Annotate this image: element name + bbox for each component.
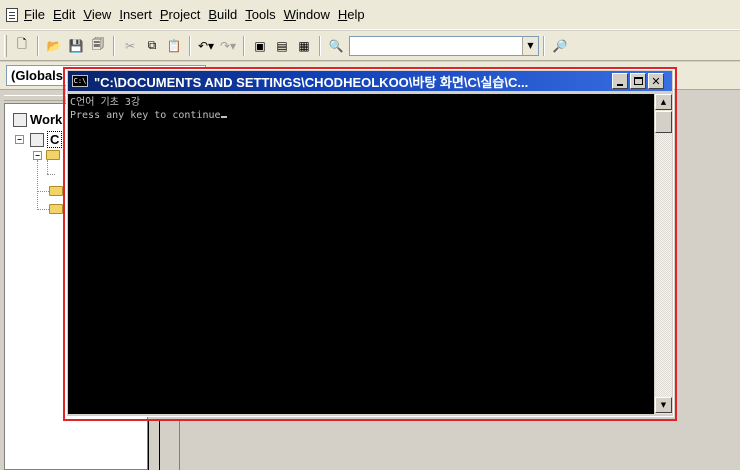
undo-icon[interactable]: ↶▾ xyxy=(197,37,215,55)
scroll-thumb[interactable] xyxy=(655,111,672,133)
output-icon[interactable]: ▤ xyxy=(273,37,291,55)
menu-file[interactable]: File xyxy=(24,7,45,22)
toolbar-separator xyxy=(543,35,545,56)
workspace-icon[interactable]: ▣ xyxy=(251,37,269,55)
down-arrow-icon: ▼ xyxy=(660,401,667,409)
menu-insert[interactable]: Insert xyxy=(119,7,152,22)
close-button[interactable]: ✕ xyxy=(648,73,664,89)
tree-line xyxy=(37,160,38,210)
console-line: C언어 기초 3강 xyxy=(70,97,141,108)
toolbar-grip[interactable] xyxy=(4,34,7,57)
find-icon[interactable]: 🔎 xyxy=(551,37,569,55)
project-icon xyxy=(30,132,44,147)
tree-root-label: Work xyxy=(30,112,63,127)
find-in-files-icon[interactable]: 🔍 xyxy=(327,37,345,55)
scroll-up-button[interactable]: ▲ xyxy=(655,94,672,110)
toolbar-separator xyxy=(243,35,245,56)
console-output[interactable]: C언어 기초 3강 Press any key to continue xyxy=(68,94,654,414)
menu-bar: File Edit View Insert Project Build Tool… xyxy=(0,0,740,30)
tree-folder-resources[interactable] xyxy=(37,204,63,214)
toolbar-separator xyxy=(189,35,191,56)
tree-project[interactable]: − C xyxy=(15,131,63,148)
save-all-icon[interactable]: 🗐 xyxy=(89,37,107,55)
workspace-icon xyxy=(13,112,27,127)
toolbar-separator xyxy=(113,35,115,56)
tree-project-label: C xyxy=(47,131,63,148)
toolbar-separator xyxy=(319,35,321,56)
toolbar-separator xyxy=(37,35,39,56)
menu-build[interactable]: Build xyxy=(208,7,237,22)
open-folder-icon[interactable]: 📂 xyxy=(45,37,63,55)
tree-folder-source[interactable]: − xyxy=(33,150,60,160)
scroll-track[interactable] xyxy=(655,134,672,397)
splitter-bar[interactable] xyxy=(148,420,160,470)
menu-project[interactable]: Project xyxy=(160,7,200,22)
console-line: Press any key to continue xyxy=(70,110,221,121)
maximize-button[interactable] xyxy=(630,73,646,89)
tree-folder-headers[interactable] xyxy=(37,186,63,196)
save-icon[interactable]: 💾 xyxy=(67,37,85,55)
new-file-icon[interactable]: 🗋 xyxy=(13,37,31,55)
cut-icon[interactable]: ✂ xyxy=(121,37,139,55)
collapse-icon[interactable]: − xyxy=(33,150,42,160)
standard-toolbar: 🗋 📂 💾 🗐 ✂ ⧉ 📋 ↶▾ ↷▾ ▣ ▤ ▦ 🔍 ▼ 🔎 xyxy=(0,31,740,61)
up-arrow-icon: ▲ xyxy=(660,98,667,106)
console-icon[interactable]: C:\ xyxy=(72,75,88,87)
tree-line xyxy=(47,174,55,175)
scroll-down-button[interactable]: ▼ xyxy=(655,397,672,413)
document-icon[interactable] xyxy=(6,7,18,22)
menu-view[interactable]: View xyxy=(83,7,111,22)
menu-tools[interactable]: Tools xyxy=(245,7,275,22)
redo-icon[interactable]: ↷▾ xyxy=(219,37,237,55)
tree-line xyxy=(47,160,48,174)
find-combo[interactable]: ▼ xyxy=(349,35,539,56)
window-list-icon[interactable]: ▦ xyxy=(295,37,313,55)
editor-area xyxy=(160,420,180,470)
paste-icon[interactable]: 📋 xyxy=(165,37,183,55)
collapse-icon[interactable]: − xyxy=(15,135,24,144)
vertical-scrollbar[interactable]: ▲ ▼ xyxy=(655,94,672,414)
text-cursor xyxy=(220,116,227,118)
console-title: "C:\DOCUMENTS AND SETTINGS\CHODHEOLKOO\바… xyxy=(94,74,529,90)
menu-window[interactable]: Window xyxy=(284,7,330,22)
menu-help[interactable]: Help xyxy=(338,7,365,22)
console-window: C:\ "C:\DOCUMENTS AND SETTINGS\CHODHEOLK… xyxy=(66,69,674,417)
maximize-icon xyxy=(633,77,643,85)
tree-root[interactable]: Work xyxy=(13,112,62,127)
close-icon: ✕ xyxy=(651,74,661,88)
minimize-icon xyxy=(617,83,623,86)
folder-icon xyxy=(46,150,60,160)
folder-icon xyxy=(49,186,63,196)
console-line-with-cursor: Press any key to continue xyxy=(70,109,652,122)
copy-icon[interactable]: ⧉ xyxy=(143,37,161,55)
folder-icon xyxy=(49,204,63,214)
menu-edit[interactable]: Edit xyxy=(53,7,75,22)
console-title-bar[interactable]: C:\ "C:\DOCUMENTS AND SETTINGS\CHODHEOLK… xyxy=(68,71,672,91)
minimize-button[interactable] xyxy=(612,73,628,89)
chevron-down-icon[interactable]: ▼ xyxy=(522,36,538,55)
